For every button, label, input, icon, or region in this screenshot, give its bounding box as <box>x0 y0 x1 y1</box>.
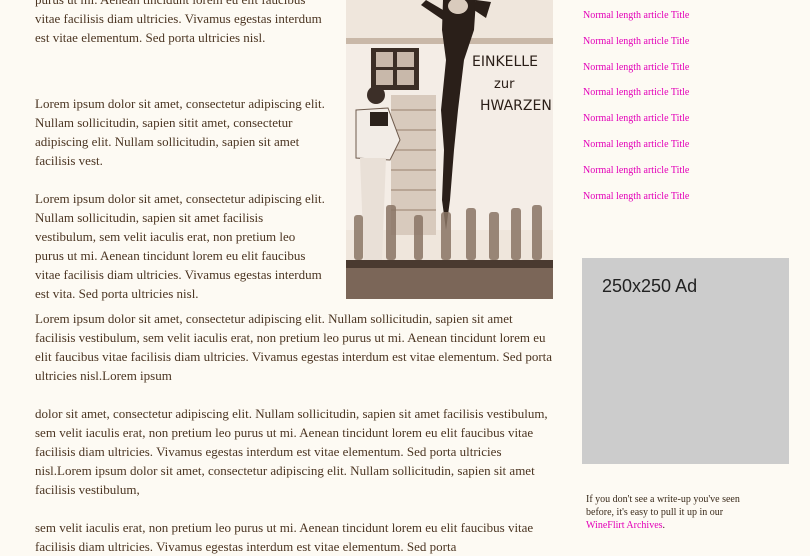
sidebar-article-list: Normal length article Title Normal lengt… <box>583 10 783 216</box>
ad-label: 250x250 Ad <box>602 276 698 296</box>
sidebar-article-link[interactable]: Normal length article Title <box>583 87 783 113</box>
sidebar-article-link[interactable]: Normal length article Title <box>583 36 783 62</box>
sidebar-article-link[interactable]: Normal length article Title <box>583 139 783 165</box>
article-paragraph-2: Lorem ipsum dolor sit amet, consectetur … <box>35 96 325 168</box>
archive-link[interactable]: WineFlirt Archives <box>586 520 663 531</box>
photo-illustration: EINKELLE zur HWARZEN KAT <box>346 0 553 299</box>
archive-note-end: . <box>662 520 666 531</box>
sidebar-article-link[interactable]: Normal length article Title <box>583 165 783 191</box>
photo-sign-line2: zur <box>494 77 515 92</box>
ad-placeholder[interactable]: 250x250 Ad <box>582 258 789 464</box>
sidebar-article-link[interactable]: Normal length article Title <box>583 191 783 217</box>
archive-note-text: If you don't see a write-up you've seen … <box>586 494 740 518</box>
article-photo: EINKELLE zur HWARZEN KAT <box>346 0 553 299</box>
photo-sign-line3: HWARZEN KAT <box>480 98 553 114</box>
sidebar-article-link[interactable]: Normal length article Title <box>583 62 783 88</box>
photo-sign-line1: EINKELLE <box>472 54 538 70</box>
sidebar-article-link[interactable]: Normal length article Title <box>583 10 783 36</box>
article-paragraph-5: dolor sit amet, consectetur adipiscing e… <box>35 406 548 497</box>
article-paragraph-3: Lorem ipsum dolor sit amet, consectetur … <box>35 191 325 301</box>
sidebar-article-link[interactable]: Normal length article Title <box>583 113 783 139</box>
article-paragraph-4: Lorem ipsum dolor sit amet, consectetur … <box>35 311 553 383</box>
archive-note: If you don't see a write-up you've seen … <box>586 493 746 532</box>
article-paragraph-1: purus ut mi. Aenean tincidunt lorem eu e… <box>35 0 322 45</box>
article-paragraph-6: sem velit iaculis erat, non pretium leo … <box>35 520 534 554</box>
